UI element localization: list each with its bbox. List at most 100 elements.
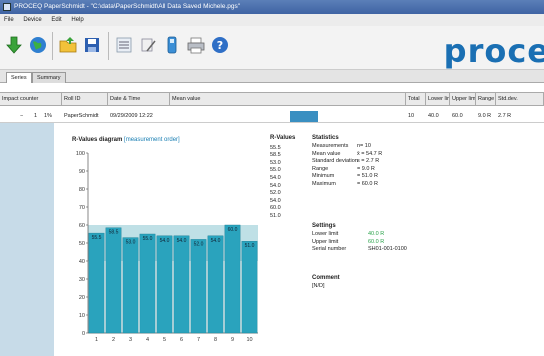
detail-panel: R-Values diagram [measurement order] 0 10… bbox=[54, 123, 544, 356]
r-value-item: 53.0 bbox=[270, 159, 281, 166]
bar-data-label: 58.5 bbox=[109, 230, 119, 236]
y-tick-label: 20 bbox=[79, 295, 85, 301]
col-upper-limit[interactable]: Upper limit bbox=[450, 93, 476, 105]
device-icon[interactable] bbox=[162, 34, 182, 56]
r-value-item: 60.0 bbox=[270, 205, 281, 212]
bar bbox=[156, 235, 173, 334]
y-tick-label: 30 bbox=[79, 277, 85, 283]
stat-value: = 51.0 R bbox=[357, 173, 378, 180]
y-tick-label: 80 bbox=[79, 187, 85, 193]
statistics-section: Statistics Measurements n= 10 Mean value x… bbox=[312, 135, 442, 189]
menu-file[interactable]: File bbox=[0, 14, 18, 26]
menu-device[interactable]: Device bbox=[19, 14, 45, 26]
stat-label: Mean value bbox=[312, 150, 341, 157]
expand-collapse-button[interactable]: − bbox=[18, 110, 28, 122]
x-tick-label: 3 bbox=[129, 337, 132, 343]
stat-value: = 9.0 R bbox=[357, 165, 375, 172]
x-tick-label: 1 bbox=[95, 337, 98, 343]
col-impact-counter[interactable]: Impact counter bbox=[0, 93, 62, 105]
setting-label: Serial number bbox=[312, 246, 347, 253]
r-value-item: 51.0 bbox=[270, 212, 281, 219]
menu-bar: File Device Edit Help bbox=[0, 14, 544, 26]
globe-icon[interactable] bbox=[28, 34, 48, 56]
bar-data-label: 51.0 bbox=[245, 243, 255, 249]
settings-section: Settings Lower limit 40.0 R Upper limit 60… bbox=[312, 223, 462, 254]
x-tick-label: 5 bbox=[163, 337, 166, 343]
bar-data-label: 55.0 bbox=[143, 236, 153, 242]
list-icon[interactable] bbox=[114, 34, 134, 56]
stat-row: Range = 9.0 R bbox=[312, 166, 442, 174]
stat-row: Minimum = 51.0 R bbox=[312, 173, 442, 181]
r-value-item: 52.0 bbox=[270, 190, 281, 197]
r-value-item: 55.5 bbox=[270, 144, 281, 151]
col-date-time[interactable]: Date & Time bbox=[108, 93, 170, 105]
y-tick-label: 10 bbox=[79, 313, 85, 319]
setting-value: 60.0 R bbox=[368, 238, 385, 245]
toolbar-separator bbox=[52, 32, 53, 60]
comment-section: Comment [N/D] bbox=[312, 275, 432, 289]
menu-help[interactable]: Help bbox=[67, 14, 87, 26]
app-icon bbox=[3, 3, 11, 11]
svg-text:?: ? bbox=[217, 39, 223, 52]
bar bbox=[139, 233, 156, 334]
row-range: 9.0 R bbox=[478, 113, 492, 119]
row-percent: 1% bbox=[44, 113, 52, 119]
bar-data-label: 52.0 bbox=[194, 241, 204, 247]
x-tick-label: 10 bbox=[246, 337, 252, 343]
y-tick-label: 100 bbox=[76, 151, 85, 157]
y-tick-label: 70 bbox=[79, 205, 85, 211]
bar bbox=[88, 232, 105, 334]
row-total: 10 bbox=[408, 113, 415, 119]
x-tick-label: 2 bbox=[112, 337, 115, 343]
col-roll-id[interactable]: Roll ID bbox=[62, 93, 108, 105]
setting-label: Upper limit bbox=[312, 238, 339, 245]
download-arrow-icon[interactable] bbox=[4, 34, 24, 56]
bar bbox=[122, 237, 139, 334]
row-lower-limit: 40.0 bbox=[428, 113, 439, 119]
stat-label: Standard deviation bbox=[312, 158, 358, 165]
x-tick-label: 8 bbox=[214, 337, 217, 343]
tab-series[interactable]: Series bbox=[6, 72, 32, 83]
stat-label: Measurements bbox=[312, 143, 349, 149]
stat-value: = 60.0 R bbox=[357, 180, 378, 187]
diagram-title-text: R-Values diagram bbox=[72, 137, 123, 143]
bar bbox=[173, 235, 190, 334]
row-upper-limit: 60.0 bbox=[452, 113, 463, 119]
window-title: PROCEQ PaperSchmidt - "C:\data\PaperSchm… bbox=[14, 3, 241, 10]
diagram-title: R-Values diagram [measurement order] bbox=[72, 137, 180, 143]
open-folder-icon[interactable] bbox=[58, 34, 78, 56]
bar bbox=[224, 224, 241, 334]
statistics-title: Statistics bbox=[312, 135, 339, 141]
col-lower-limit[interactable]: Lower limit bbox=[426, 93, 450, 105]
stat-row: Measurements n= 10 bbox=[312, 143, 442, 151]
app-window: PROCEQ PaperSchmidt - "C:\data\PaperSchm… bbox=[0, 0, 544, 356]
x-tick-label: 9 bbox=[231, 337, 234, 343]
toolbar: ? proce bbox=[0, 26, 544, 70]
r-values-chart: 0 10 20 30 40 50 60 70 80 90 100 55.5 1 58.5 2 53.0 3 55.… bbox=[76, 151, 258, 343]
mean-value-marker bbox=[290, 111, 318, 122]
menu-edit[interactable]: Edit bbox=[47, 14, 65, 26]
col-range[interactable]: Range bbox=[476, 93, 496, 105]
x-tick-label: 4 bbox=[146, 337, 149, 343]
wand-icon[interactable] bbox=[138, 34, 158, 56]
setting-value: SH01-001-0100 bbox=[368, 246, 407, 253]
row-std-dev: 2.7 R bbox=[498, 113, 512, 119]
bar bbox=[207, 235, 224, 334]
help-icon[interactable]: ? bbox=[210, 34, 230, 56]
table-row[interactable]: − 1 1% PaperSchmidt 09/29/2009 12:22 10 … bbox=[0, 110, 544, 123]
row-datetime: 09/29/2009 12:22 bbox=[110, 113, 153, 119]
y-tick-label: 60 bbox=[79, 223, 85, 229]
save-icon[interactable] bbox=[82, 34, 102, 56]
y-tick-label: 40 bbox=[79, 259, 85, 265]
bar-data-label: 54.0 bbox=[177, 238, 187, 244]
col-mean-value[interactable]: Mean value bbox=[170, 93, 406, 105]
col-total[interactable]: Total bbox=[406, 93, 426, 105]
print-icon[interactable] bbox=[186, 34, 206, 56]
y-tick-label: 0 bbox=[82, 331, 85, 337]
comment-text: [N/D] bbox=[312, 283, 325, 289]
r-value-item: 54.0 bbox=[270, 182, 281, 189]
tab-summary[interactable]: Summary bbox=[32, 72, 66, 83]
bar bbox=[241, 240, 258, 334]
bar-data-label: 54.0 bbox=[211, 238, 221, 244]
col-std-dev[interactable]: Std.dev. bbox=[496, 93, 544, 105]
